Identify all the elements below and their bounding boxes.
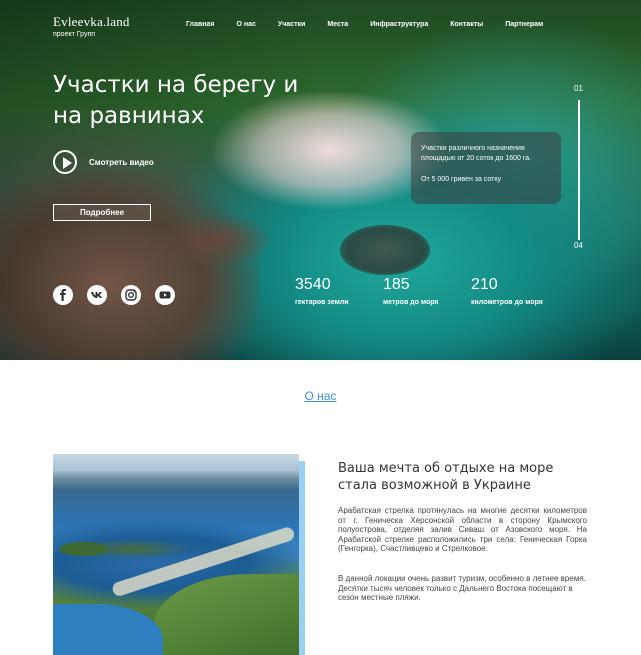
stat-value: 3540: [295, 276, 331, 293]
play-icon: [53, 150, 77, 174]
nav-home[interactable]: Главная: [186, 21, 214, 28]
watch-video-label: Смотреть видео: [89, 157, 154, 167]
nav-places[interactable]: Места: [327, 21, 348, 28]
logo-name: Evleevka.land: [53, 14, 130, 29]
logo[interactable]: Evleevka.land проект Групп: [53, 14, 130, 38]
more-button[interactable]: Подробнее: [53, 204, 151, 221]
info-card-price: От 5 000 гривен за сотку: [421, 176, 501, 183]
info-card-text: Участки различного назначения площадью о…: [421, 145, 532, 162]
stat-kilometers: 210 километров до моря: [471, 276, 543, 306]
nav-plots[interactable]: Участки: [278, 21, 305, 28]
about-photo: [53, 454, 305, 655]
slide-progress: [578, 100, 580, 240]
hero-title: Участки на берегу и на равнинах: [53, 72, 299, 129]
facebook-icon[interactable]: [53, 285, 73, 305]
main-nav: Главная О нас Участки Места Инфраструкту…: [186, 21, 565, 28]
about-title: Ваша мечта об отдыхе на море стала возмо…: [338, 461, 554, 493]
about-paragraph-2b: Десятки тысяч человек только с Дальнего …: [338, 583, 573, 603]
aerial-photo: [53, 454, 299, 655]
nav-about[interactable]: О нас: [236, 21, 255, 28]
nav-partners[interactable]: Партнерам: [505, 21, 543, 28]
photo-accent-bar: [299, 461, 305, 655]
stat-meters: 185 метров до моря: [383, 276, 471, 306]
social-links: [53, 285, 189, 305]
stat-label: километров до моря: [471, 299, 543, 306]
watch-video-button[interactable]: Смотреть видео: [53, 150, 154, 174]
stat-label: метров до моря: [383, 299, 439, 306]
nav-infrastructure[interactable]: Инфраструктура: [370, 21, 428, 28]
stat-value: 185: [383, 276, 410, 293]
about-paragraph-1: Арабатская стрелка протянулась на многие…: [338, 506, 587, 553]
stat-value: 210: [471, 276, 498, 293]
youtube-icon[interactable]: [155, 285, 175, 305]
stats: 3540 гектаров земли 185 метров до моря 2…: [295, 276, 543, 306]
slide-current: 01: [574, 84, 583, 93]
about-section-link: О нас: [0, 387, 641, 405]
vk-icon[interactable]: [87, 285, 107, 305]
stat-hectares: 3540 гектаров земли: [295, 276, 383, 306]
hero-banner: Evleevka.land проект Групп Главная О нас…: [0, 0, 641, 360]
about-paragraph-2: В данной локации очень развит туризм, ос…: [338, 574, 587, 603]
info-card: Участки различного назначения площадью о…: [411, 132, 561, 204]
instagram-icon[interactable]: [121, 285, 141, 305]
nav-contacts[interactable]: Контакты: [450, 21, 483, 28]
about-link[interactable]: О нас: [305, 389, 337, 403]
logo-subtitle: проект Групп: [53, 31, 96, 38]
slide-last: 04: [574, 241, 583, 250]
about-paragraph-2a: В данной локации очень развит туризм, ос…: [338, 574, 586, 583]
stat-label: гектаров земли: [295, 299, 349, 306]
